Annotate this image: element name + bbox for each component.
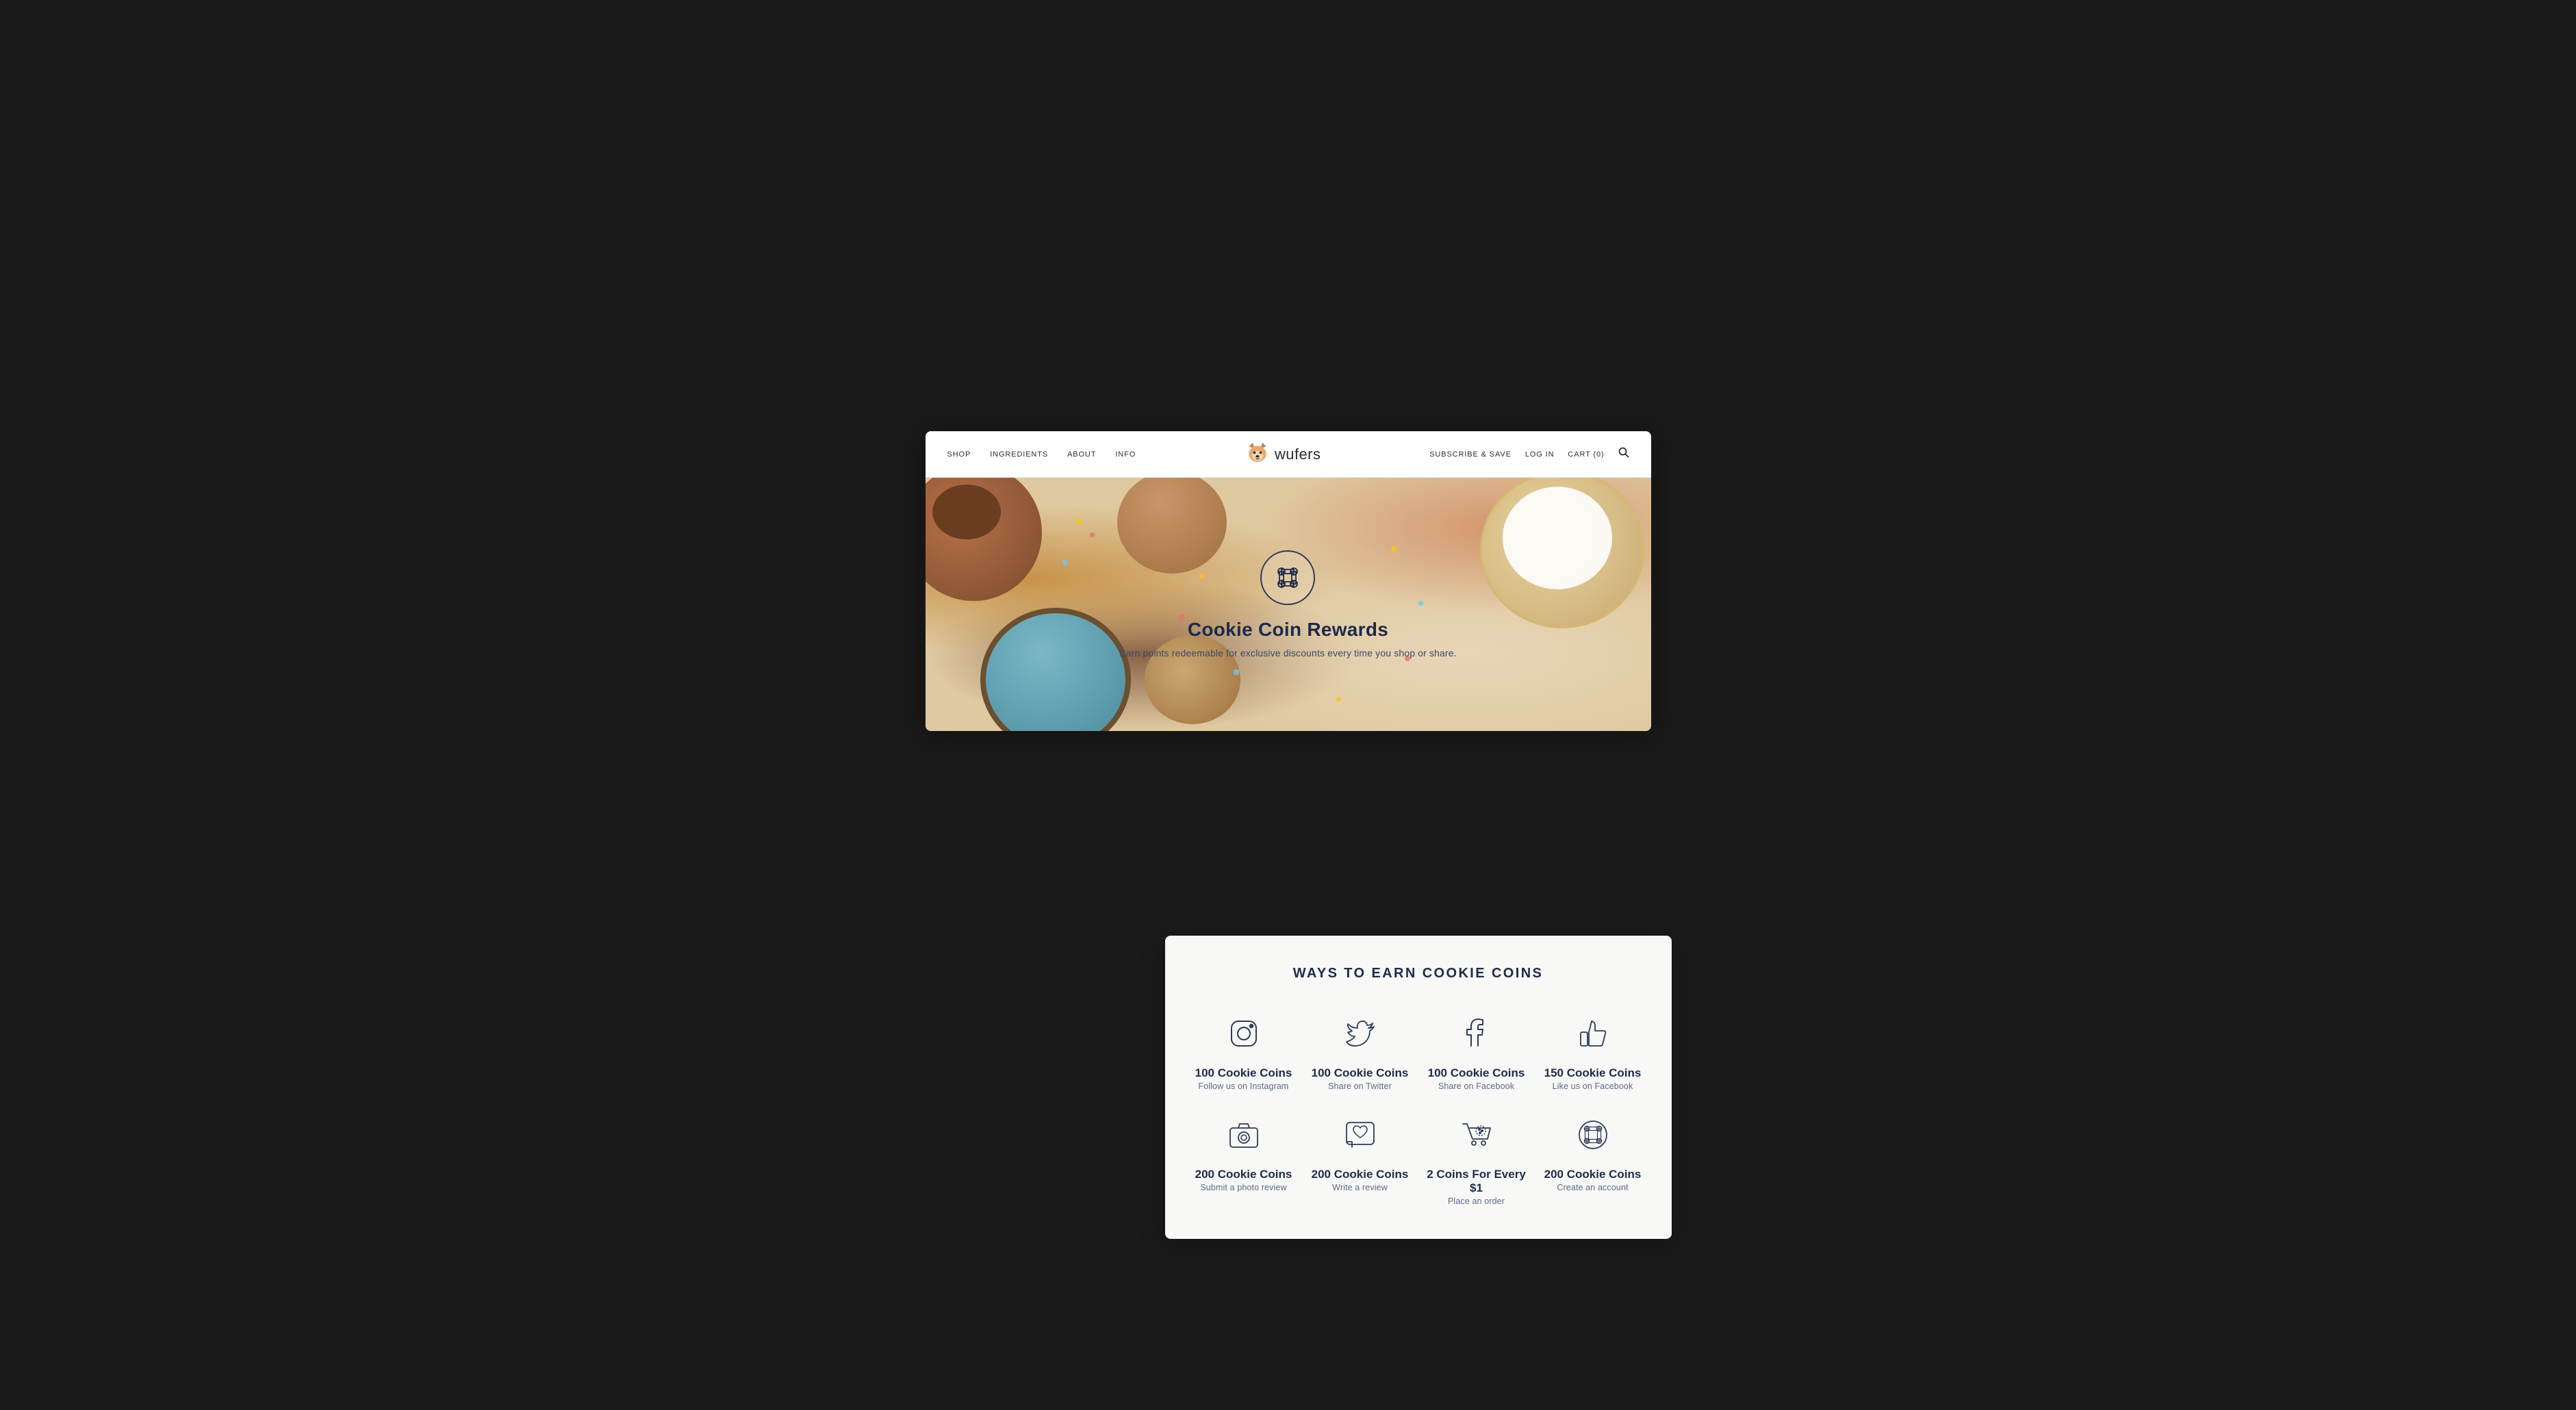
nav-login[interactable]: LOG IN	[1525, 450, 1555, 459]
reward-write-review[interactable]: 200 Cookie Coins Write a review	[1309, 1113, 1412, 1206]
search-button[interactable]	[1618, 447, 1629, 461]
hero-badge	[1260, 550, 1315, 605]
sprinkle	[1090, 533, 1095, 537]
nav-info[interactable]: INFO	[1115, 450, 1136, 459]
camera-icon	[1225, 1116, 1263, 1154]
reward-place-order-info: 2 Coins For Every $1 Place an order	[1425, 1168, 1528, 1206]
hero-title: Cookie Coin Rewards	[1119, 619, 1456, 641]
reward-twitter-info: 100 Cookie Coins Share on Twitter	[1312, 1066, 1409, 1091]
sprinkle	[1062, 560, 1068, 565]
nav-right: SUBSCRIBE & SAVE LOG IN CART (0)	[1429, 447, 1629, 461]
thumbs-up-icon	[1574, 1014, 1612, 1053]
cart-cookie-icon	[1457, 1116, 1496, 1154]
rewards-panel: WAYS TO EARN COOKIE COINS 100 Cookie Coi…	[1165, 936, 1672, 1239]
search-icon	[1618, 447, 1629, 458]
cookie-circle-icon-wrapper	[1571, 1113, 1615, 1157]
nav-about[interactable]: ABOUT	[1067, 450, 1096, 459]
camera-icon-wrapper	[1222, 1113, 1266, 1157]
twitter-icon-wrapper	[1338, 1012, 1382, 1055]
instagram-icon-wrapper	[1222, 1012, 1266, 1055]
hero-content: Cookie Coin Rewards Earn points redeemab…	[1119, 550, 1456, 658]
reward-place-order[interactable]: 2 Coins For Every $1 Place an order	[1425, 1113, 1528, 1206]
reward-instagram-coins: 100 Cookie Coins Follow us on Instagram	[1195, 1066, 1292, 1091]
nav-left: SHOP INGREDIENTS ABOUT INFO	[947, 450, 1136, 459]
reward-facebook-share[interactable]: 100 Cookie Coins Share on Facebook	[1425, 1012, 1528, 1091]
reward-photo-review[interactable]: 200 Cookie Coins Submit a photo review	[1193, 1113, 1295, 1206]
rewards-grid: 100 Cookie Coins Follow us on Instagram …	[1193, 1012, 1644, 1206]
nav-shop[interactable]: SHOP	[947, 450, 971, 459]
reward-create-account-info: 200 Cookie Coins Create an account	[1544, 1168, 1642, 1192]
reward-write-review-info: 200 Cookie Coins Write a review	[1312, 1168, 1409, 1192]
bone-cookie-icon	[1273, 563, 1303, 593]
navbar: SHOP INGREDIENTS ABOUT INFO	[926, 431, 1651, 478]
hero-section: Cookie Coin Rewards Earn points redeemab…	[926, 478, 1651, 731]
nav-subscribe[interactable]: SUBSCRIBE & SAVE	[1429, 450, 1512, 459]
reward-instagram[interactable]: 100 Cookie Coins Follow us on Instagram	[1193, 1012, 1295, 1091]
reward-facebook-like[interactable]: 150 Cookie Coins Like us on Facebook	[1542, 1012, 1644, 1091]
reward-create-account[interactable]: 200 Cookie Coins Create an account	[1542, 1113, 1644, 1206]
reward-photo-review-info: 200 Cookie Coins Submit a photo review	[1195, 1168, 1292, 1192]
nav-cart[interactable]: CART (0)	[1568, 450, 1604, 459]
nav-ingredients[interactable]: INGREDIENTS	[990, 450, 1048, 459]
site-card: SHOP INGREDIENTS ABOUT INFO	[926, 431, 1651, 731]
sprinkle	[1336, 697, 1341, 702]
reward-facebook-share-info: 100 Cookie Coins Share on Facebook	[1428, 1066, 1525, 1091]
reward-facebook-like-info: 150 Cookie Coins Like us on Facebook	[1544, 1066, 1642, 1091]
cookie-circle-icon	[1574, 1116, 1612, 1154]
facebook-icon-wrapper	[1455, 1012, 1499, 1055]
brand-logo[interactable]: wufers	[1245, 441, 1321, 467]
instagram-icon	[1225, 1014, 1263, 1053]
dog-icon	[1245, 441, 1271, 467]
twitter-icon	[1341, 1014, 1379, 1053]
cookie-decor-3	[1480, 478, 1644, 628]
thumbs-up-icon-wrapper	[1571, 1012, 1615, 1055]
hero-subtitle: Earn points redeemable for exclusive dis…	[1119, 648, 1456, 658]
heart-message-icon	[1341, 1116, 1379, 1154]
rewards-section-title: WAYS TO EARN COOKIE COINS	[1193, 966, 1644, 982]
page-wrapper: SHOP INGREDIENTS ABOUT INFO	[926, 431, 1651, 979]
reward-twitter[interactable]: 100 Cookie Coins Share on Twitter	[1309, 1012, 1412, 1091]
brand-name: wufers	[1275, 446, 1321, 463]
cart-cookie-icon-wrapper	[1455, 1113, 1499, 1157]
facebook-icon	[1457, 1014, 1496, 1053]
heart-message-icon-wrapper	[1338, 1113, 1382, 1157]
